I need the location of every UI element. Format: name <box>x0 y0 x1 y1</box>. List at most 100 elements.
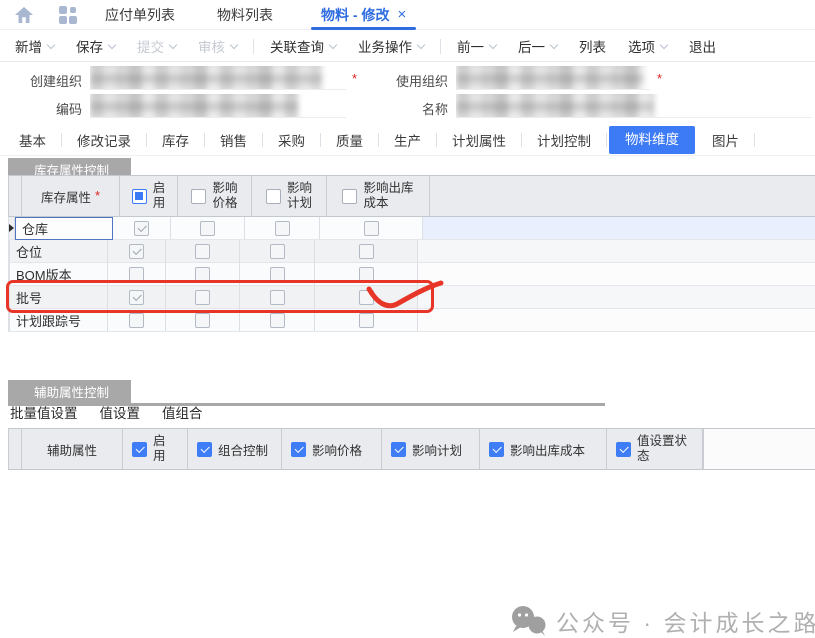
cell-enable[interactable] <box>108 240 166 263</box>
cell-name[interactable]: BOM版本 <box>10 263 108 286</box>
combo-control-header-checkbox[interactable] <box>197 442 212 457</box>
cell-enable[interactable] <box>113 217 171 240</box>
enable-checkbox[interactable] <box>129 244 144 259</box>
tab-picture[interactable]: 图片 <box>697 130 754 150</box>
cell-enable[interactable] <box>108 286 166 309</box>
enable-header-checkbox[interactable] <box>132 189 147 204</box>
affect-outbound-cost-checkbox[interactable] <box>364 221 379 236</box>
table-row-bin[interactable]: 仓位 <box>8 240 815 263</box>
use-org-field[interactable] <box>456 66 650 90</box>
name-field[interactable] <box>456 94 812 118</box>
affect-outbound-cost-checkbox[interactable] <box>359 290 374 305</box>
affect-plan-checkbox[interactable] <box>275 221 290 236</box>
tab-plan-attribute[interactable]: 计划属性 <box>437 130 521 150</box>
affect-outbound-cost-checkbox[interactable] <box>359 267 374 282</box>
cell-name[interactable]: 仓位 <box>10 240 108 263</box>
redacted-value <box>456 94 654 118</box>
cell-name[interactable]: 仓库 <box>15 217 113 240</box>
affect-plan-checkbox[interactable] <box>270 267 285 282</box>
cell-affect-outbound-cost[interactable] <box>315 309 418 332</box>
cell-affect-plan[interactable] <box>240 309 315 332</box>
cell-affect-price[interactable] <box>166 263 240 286</box>
exit-button[interactable]: 退出 <box>678 36 727 56</box>
cell-affect-price[interactable] <box>166 286 240 309</box>
window-tab-material-list[interactable]: 物料列表 <box>217 5 273 25</box>
table-row-batch-number[interactable]: 批号 <box>8 286 815 309</box>
cell-affect-outbound-cost[interactable] <box>320 217 423 240</box>
home-icon[interactable] <box>15 7 33 23</box>
affect-outbound-cost-checkbox[interactable] <box>359 244 374 259</box>
affect-outbound-cost-header-checkbox[interactable] <box>342 189 357 204</box>
cell-affect-price[interactable] <box>166 309 240 332</box>
cell-name[interactable]: 计划跟踪号 <box>10 309 108 332</box>
new-button[interactable]: 新增 <box>4 36 65 56</box>
col-combo-control: 组合控制 <box>188 428 282 470</box>
tab-inventory[interactable]: 库存 <box>147 130 204 150</box>
affect-outbound-cost-header-checkbox[interactable] <box>489 442 504 457</box>
cell-affect-price[interactable] <box>166 240 240 263</box>
tab-plan-control[interactable]: 计划控制 <box>522 130 606 150</box>
enable-checkbox[interactable] <box>134 221 149 236</box>
list-button[interactable]: 列表 <box>568 36 617 56</box>
close-tab-icon[interactable]: × <box>397 6 406 23</box>
window-tab-material-edit[interactable]: 物料 - 修改 × <box>315 0 412 30</box>
affect-price-checkbox[interactable] <box>195 267 210 282</box>
cell-affect-price[interactable] <box>171 217 245 240</box>
redacted-value <box>456 66 644 90</box>
tab-purchase[interactable]: 采购 <box>263 130 320 150</box>
affect-plan-header-checkbox[interactable] <box>391 442 406 457</box>
tab-material-dimension[interactable]: 物料维度 <box>609 126 695 154</box>
cell-affect-plan[interactable] <box>245 217 320 240</box>
affect-price-checkbox[interactable] <box>195 244 210 259</box>
business-operation-label: 业务操作 <box>358 36 412 56</box>
affect-price-checkbox[interactable] <box>195 313 210 328</box>
table-row-warehouse[interactable]: 仓库 <box>8 217 815 240</box>
cell-enable[interactable] <box>108 309 166 332</box>
cell-affect-outbound-cost[interactable] <box>315 263 418 286</box>
enable-checkbox[interactable] <box>129 290 144 305</box>
save-button[interactable]: 保存 <box>65 36 126 56</box>
tab-sales[interactable]: 销售 <box>205 130 262 150</box>
code-field[interactable] <box>90 94 346 118</box>
enable-checkbox[interactable] <box>129 267 144 282</box>
cell-enable[interactable] <box>108 263 166 286</box>
enable-checkbox[interactable] <box>129 313 144 328</box>
related-query-button[interactable]: 关联查询 <box>259 36 347 56</box>
affect-plan-checkbox[interactable] <box>270 313 285 328</box>
value-combo-button[interactable]: 值组合 <box>162 402 203 422</box>
cell-affect-outbound-cost[interactable] <box>315 286 418 309</box>
enable-header-checkbox[interactable] <box>132 442 147 457</box>
affect-price-checkbox[interactable] <box>200 221 215 236</box>
affect-price-header-checkbox[interactable] <box>291 442 306 457</box>
affect-plan-checkbox[interactable] <box>270 244 285 259</box>
col-affect-outbound-cost: 影响出库成本 <box>327 175 430 217</box>
affect-price-checkbox[interactable] <box>195 290 210 305</box>
submit-button[interactable]: 提交 <box>126 36 187 56</box>
options-button[interactable]: 选项 <box>617 36 678 56</box>
cell-affect-plan[interactable] <box>240 263 315 286</box>
cell-affect-plan[interactable] <box>240 240 315 263</box>
window-tab-payables-list[interactable]: 应付单列表 <box>105 5 175 25</box>
business-operation-button[interactable]: 业务操作 <box>347 36 435 56</box>
cell-name[interactable]: 批号 <box>10 286 108 309</box>
value-set-button[interactable]: 值设置 <box>100 402 141 422</box>
table-row-bom-version[interactable]: BOM版本 <box>8 263 815 286</box>
affect-price-header-checkbox[interactable] <box>191 189 206 204</box>
cell-affect-plan[interactable] <box>240 286 315 309</box>
affect-plan-checkbox[interactable] <box>270 290 285 305</box>
affect-plan-header-checkbox[interactable] <box>266 189 281 204</box>
table-row-plan-tracking-number[interactable]: 计划跟踪号 <box>8 309 815 332</box>
next-button[interactable]: 后一 <box>507 36 568 56</box>
previous-button[interactable]: 前一 <box>446 36 507 56</box>
value-set-state-header-checkbox[interactable] <box>616 442 631 457</box>
batch-value-set-button[interactable]: 批量值设置 <box>10 402 78 422</box>
cell-affect-outbound-cost[interactable] <box>315 240 418 263</box>
apps-grid-icon[interactable] <box>59 6 77 24</box>
audit-button[interactable]: 审核 <box>187 36 248 56</box>
tab-quality[interactable]: 质量 <box>321 130 378 150</box>
tab-basic[interactable]: 基本 <box>4 130 61 150</box>
tab-change-log[interactable]: 修改记录 <box>62 130 146 150</box>
tab-production[interactable]: 生产 <box>379 130 436 150</box>
affect-outbound-cost-checkbox[interactable] <box>359 313 374 328</box>
create-org-field[interactable] <box>90 66 346 90</box>
